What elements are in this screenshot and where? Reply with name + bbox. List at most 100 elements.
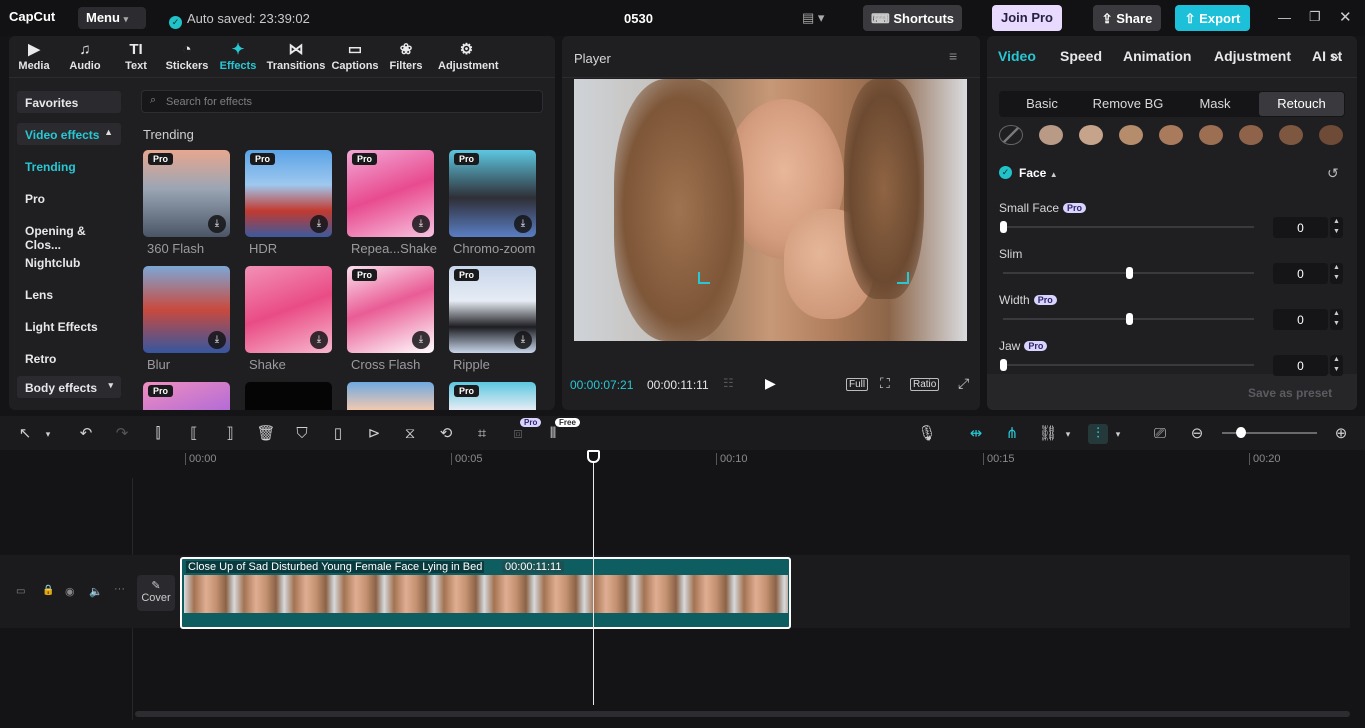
- full-button[interactable]: Full: [846, 378, 869, 391]
- split-icon[interactable]: ⫿: [148, 424, 168, 444]
- stepper-icon[interactable]: ▲ ▼: [1330, 355, 1343, 376]
- face-checkbox[interactable]: ✓: [999, 166, 1012, 179]
- sidebar-item-light-effects[interactable]: Light Effects: [17, 315, 121, 337]
- download-icon[interactable]: ⤓: [310, 331, 328, 349]
- sidebar-video-effects[interactable]: Video effects ▲: [17, 123, 121, 145]
- skin-tone-swatch[interactable]: [1279, 125, 1303, 145]
- tab-audio[interactable]: ♫ Audio: [60, 40, 110, 72]
- layout-icon[interactable]: ▤ ▾: [802, 10, 836, 26]
- subtitle-icon[interactable]: ⎚: [1150, 424, 1170, 444]
- download-icon[interactable]: ⤓: [412, 215, 430, 233]
- effect-thumb[interactable]: [245, 382, 332, 410]
- stepper-icon[interactable]: ▲ ▼: [1330, 217, 1343, 238]
- export-button[interactable]: ⇧ Export: [1175, 5, 1250, 31]
- zoom-slider-knob[interactable]: [1236, 427, 1246, 438]
- slider-knob[interactable]: [1126, 267, 1133, 279]
- playhead-handle[interactable]: [587, 450, 600, 463]
- inspector-tab-speed[interactable]: Speed: [1060, 48, 1102, 64]
- skin-tone-swatch[interactable]: [1079, 125, 1103, 145]
- reset-icon[interactable]: ↺: [1327, 165, 1339, 182]
- undo-icon[interactable]: ↶: [76, 424, 96, 444]
- ratio-button[interactable]: Ratio: [910, 378, 940, 391]
- download-icon[interactable]: ⤓: [310, 215, 328, 233]
- track-video-icon[interactable]: ▭: [16, 586, 25, 597]
- inspector-tab-animation[interactable]: Animation: [1123, 48, 1191, 64]
- playhead-line[interactable]: [593, 455, 594, 705]
- inspector-tab-video[interactable]: Video: [998, 48, 1036, 64]
- effect-thumb-hdr[interactable]: Pro ⤓: [245, 150, 332, 237]
- mirror-icon[interactable]: ⧖: [400, 424, 420, 444]
- tab-filters[interactable]: ❀ Filters: [381, 40, 431, 72]
- slider-track[interactable]: [1003, 364, 1254, 366]
- microphone-icon[interactable]: 🎙: [917, 424, 937, 444]
- join-pro-button[interactable]: Join Pro: [992, 5, 1062, 31]
- skin-tone-swatch[interactable]: [1159, 125, 1183, 145]
- stepper-icon[interactable]: ▲ ▼: [1330, 309, 1343, 330]
- maximize-icon[interactable]: ❐: [1309, 9, 1321, 25]
- chevron-down-icon[interactable]: ▾: [1058, 424, 1078, 444]
- download-icon[interactable]: ⤓: [514, 331, 532, 349]
- slider-track[interactable]: [1003, 226, 1254, 228]
- reverse-icon[interactable]: ⊳: [364, 424, 384, 444]
- lock-icon[interactable]: 🔒: [42, 585, 54, 596]
- segment-remove-bg[interactable]: Remove BG: [1085, 92, 1171, 116]
- play-icon[interactable]: ▶: [765, 375, 776, 392]
- delete-icon[interactable]: 🗑: [256, 424, 276, 444]
- split-right-icon[interactable]: ⟧: [220, 424, 240, 444]
- effect-thumb-chromo-zoom[interactable]: Pro ⤓: [449, 150, 536, 237]
- face-heading[interactable]: Face ▲: [1019, 166, 1058, 180]
- sidebar-favorites[interactable]: Favorites: [17, 91, 121, 113]
- close-icon[interactable]: ✕: [1339, 8, 1352, 26]
- more-icon[interactable]: ···: [114, 583, 125, 595]
- effect-thumb[interactable]: Pro: [449, 382, 536, 410]
- segment-mask[interactable]: Mask: [1172, 92, 1258, 116]
- no-color-swatch[interactable]: [999, 125, 1023, 145]
- hamburger-icon[interactable]: ≡: [949, 48, 957, 64]
- redo-icon[interactable]: ↷: [112, 424, 132, 444]
- sidebar-item-retro[interactable]: Retro: [17, 347, 121, 369]
- zoom-fit-icon[interactable]: ⛶: [880, 375, 890, 392]
- smart-cut-icon[interactable]: ⫴: [543, 424, 563, 444]
- tab-stickers[interactable]: ◔ Stickers: [162, 40, 212, 72]
- sidebar-item-trending[interactable]: Trending: [17, 155, 121, 177]
- slider-value-input[interactable]: 0: [1273, 309, 1328, 330]
- effect-thumb[interactable]: Pro: [143, 382, 230, 410]
- crop-icon[interactable]: ⌗: [472, 424, 492, 444]
- magnet-icon[interactable]: ⋔: [1001, 424, 1023, 444]
- skin-tone-swatch[interactable]: [1199, 125, 1223, 145]
- tab-effects[interactable]: ✦ Effects: [213, 40, 263, 72]
- segment-basic[interactable]: Basic: [1000, 92, 1084, 116]
- shortcuts-button[interactable]: ⌨ Shortcuts: [863, 5, 962, 31]
- tab-adjustment[interactable]: ⚙ Adjustment: [438, 40, 499, 72]
- slider-knob[interactable]: [1000, 359, 1007, 371]
- select-tool-icon[interactable]: ↖: [15, 424, 35, 444]
- share-button[interactable]: ⇪ Share: [1093, 5, 1161, 31]
- grid-view-icon[interactable]: ☷: [723, 376, 734, 390]
- link-clips-icon[interactable]: ⇹: [965, 424, 987, 444]
- horizontal-scrollbar[interactable]: [135, 711, 1350, 717]
- sidebar-item-nightclub[interactable]: Nightclub: [17, 251, 121, 273]
- sidebar-item-opening-clos-[interactable]: Opening & Clos...: [17, 219, 121, 252]
- download-icon[interactable]: ⤓: [208, 215, 226, 233]
- tab-media[interactable]: ▶ Media: [9, 40, 59, 72]
- skin-tone-swatch[interactable]: [1239, 125, 1263, 145]
- fullscreen-icon[interactable]: ⤢: [958, 375, 969, 392]
- effect-thumb[interactable]: [347, 382, 434, 410]
- stepper-icon[interactable]: ▲ ▼: [1330, 263, 1343, 284]
- effect-thumb-ripple[interactable]: Pro ⤓: [449, 266, 536, 353]
- split-left-icon[interactable]: ⟦: [184, 424, 204, 444]
- volume-icon[interactable]: 🔈: [89, 585, 103, 598]
- slider-knob[interactable]: [1126, 313, 1133, 325]
- zoom-in-icon[interactable]: ⊕: [1331, 424, 1351, 444]
- tab-transitions[interactable]: ⋈ Transitions: [265, 40, 327, 72]
- inspector-tab-adjustment[interactable]: Adjustment: [1214, 48, 1291, 64]
- minimize-icon[interactable]: —: [1278, 10, 1291, 25]
- tab-captions[interactable]: ▭ Captions: [330, 40, 380, 72]
- download-icon[interactable]: ⤓: [514, 215, 532, 233]
- chevron-down-icon[interactable]: ▾: [1108, 424, 1128, 444]
- skin-tone-swatch[interactable]: [1319, 125, 1343, 145]
- slider-value-input[interactable]: 0: [1273, 217, 1328, 238]
- freeze-icon[interactable]: ▯: [328, 424, 348, 444]
- search-input[interactable]: Search for effects: [166, 96, 252, 108]
- sidebar-item-pro[interactable]: Pro: [17, 187, 121, 209]
